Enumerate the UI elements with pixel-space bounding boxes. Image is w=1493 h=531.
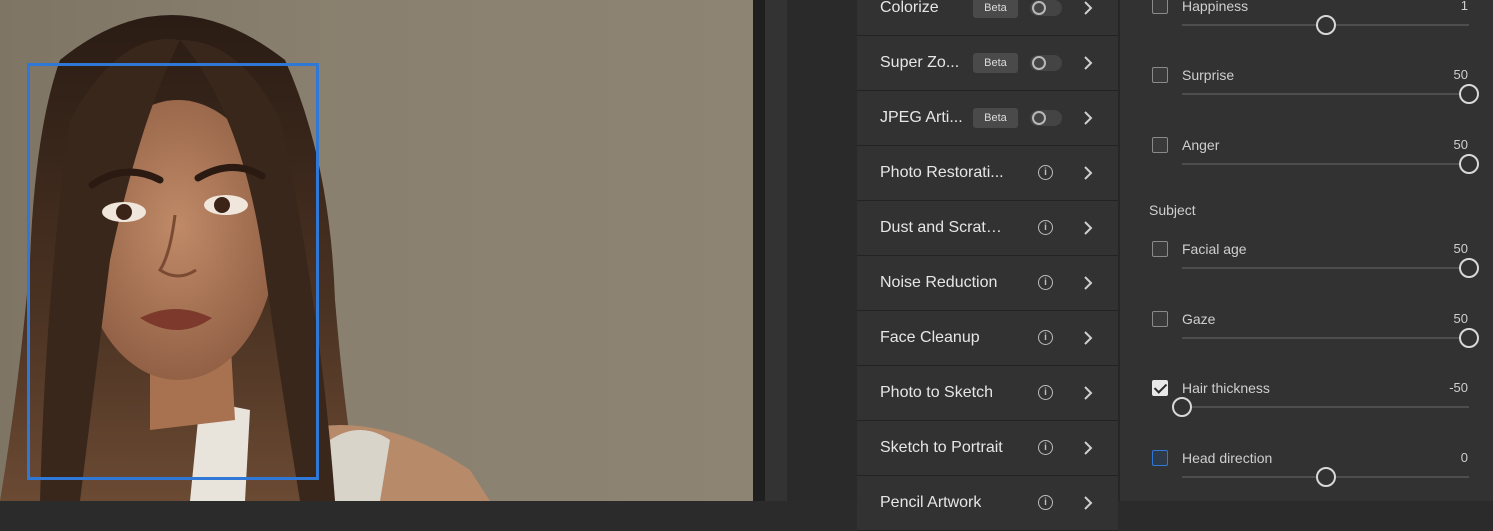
chevron-right-icon[interactable] — [1081, 1, 1095, 15]
photo-canvas[interactable] — [0, 0, 753, 501]
adjustment-slider-row: Facial age 50 — [1120, 241, 1493, 301]
chevron-right-icon[interactable] — [1081, 331, 1095, 345]
filter-label: Face Cleanup — [880, 329, 980, 346]
adjustment-label: Hair thickness — [1182, 380, 1270, 396]
neural-filter-list: Colorize Beta Super Zo... Beta JPEG Arti... B… — [857, 0, 1118, 531]
filter-toggle[interactable] — [1030, 110, 1062, 126]
info-icon[interactable]: i — [1038, 440, 1053, 455]
adjustment-checkbox[interactable] — [1152, 137, 1168, 153]
chevron-right-icon[interactable] — [1081, 111, 1095, 125]
filter-label: Sketch to Portrait — [880, 439, 1003, 456]
beta-badge: Beta — [973, 108, 1018, 128]
filter-label: Dust and Scratc... — [880, 219, 1005, 236]
slider-track[interactable] — [1182, 84, 1479, 104]
filter-item[interactable]: Colorize Beta — [857, 0, 1118, 36]
adjustment-slider-row: Hair thickness -50 — [1120, 380, 1493, 440]
filter-item[interactable]: Photo to Sketch i — [857, 366, 1118, 421]
filter-item[interactable]: Photo Restorati... i — [857, 146, 1118, 201]
adjustment-value: 1 — [1460, 0, 1468, 13]
filter-label: Photo Restorati... — [880, 164, 1004, 181]
slider-track[interactable] — [1182, 15, 1469, 35]
adjustment-value: 50 — [1453, 137, 1468, 152]
slider-thumb[interactable] — [1172, 397, 1192, 417]
filter-adjustments-panel: Happiness 1 Surprise 50 Anger 50 Subject Faci… — [1120, 0, 1493, 501]
info-icon[interactable]: i — [1038, 275, 1053, 290]
slider-thumb[interactable] — [1315, 15, 1336, 35]
panel-scroll-gutter[interactable] — [765, 0, 787, 501]
filter-label: Noise Reduction — [880, 274, 998, 291]
info-icon[interactable]: i — [1038, 220, 1053, 235]
panel-spacer — [787, 0, 857, 501]
adjustment-value: 50 — [1453, 241, 1468, 256]
filter-label: Super Zo... — [880, 54, 960, 71]
adjustment-checkbox[interactable] — [1152, 67, 1168, 83]
filter-label: Colorize — [880, 0, 939, 16]
beta-badge: Beta — [973, 0, 1018, 18]
info-icon[interactable]: i — [1038, 330, 1053, 345]
adjustment-label: Head direction — [1182, 450, 1273, 466]
filter-item[interactable]: JPEG Arti... Beta — [857, 91, 1118, 146]
slider-thumb[interactable] — [1315, 467, 1336, 487]
slider-thumb[interactable] — [1459, 328, 1479, 348]
adjustment-checkbox[interactable] — [1152, 311, 1168, 327]
filter-item[interactable]: Dust and Scratc... i — [857, 201, 1118, 256]
slider-track[interactable] — [1182, 467, 1469, 487]
adjustment-label: Surprise — [1182, 67, 1235, 83]
adjustment-value: 50 — [1453, 311, 1468, 326]
adjustment-value: 0 — [1460, 450, 1468, 465]
adjustment-label: Anger — [1182, 137, 1220, 153]
slider-track[interactable] — [1172, 397, 1469, 417]
chevron-right-icon[interactable] — [1081, 166, 1095, 180]
filter-item[interactable]: Pencil Artwork i — [857, 476, 1118, 531]
slider-thumb[interactable] — [1459, 154, 1479, 174]
adjustment-label: Happiness — [1182, 0, 1249, 14]
subject-section-heading: Subject — [1149, 202, 1196, 218]
info-icon[interactable]: i — [1038, 385, 1053, 400]
beta-badge: Beta — [973, 53, 1018, 73]
face-detection-box[interactable] — [27, 63, 319, 480]
filter-toggle[interactable] — [1030, 55, 1062, 71]
slider-track[interactable] — [1182, 258, 1479, 278]
slider-track[interactable] — [1182, 328, 1479, 348]
chevron-right-icon[interactable] — [1081, 496, 1095, 510]
filter-toggle[interactable] — [1030, 0, 1062, 16]
adjustment-checkbox[interactable] — [1152, 450, 1168, 466]
filter-label: Photo to Sketch — [880, 384, 993, 401]
chevron-right-icon[interactable] — [1081, 276, 1095, 290]
adjustment-slider-row: Surprise 50 — [1120, 67, 1493, 127]
filter-label: Pencil Artwork — [880, 494, 982, 511]
info-icon[interactable]: i — [1038, 495, 1053, 510]
canvas-divider — [753, 0, 765, 501]
info-icon[interactable]: i — [1038, 165, 1053, 180]
adjustment-value: 50 — [1453, 67, 1468, 82]
adjustment-slider-row: Happiness 1 — [1120, 0, 1493, 58]
slider-thumb[interactable] — [1459, 258, 1479, 278]
chevron-right-icon[interactable] — [1081, 386, 1095, 400]
adjustment-checkbox[interactable] — [1152, 380, 1168, 396]
slider-thumb[interactable] — [1459, 84, 1479, 104]
adjustment-slider-row: Head direction 0 — [1120, 450, 1493, 510]
adjustment-slider-row: Gaze 50 — [1120, 311, 1493, 371]
filter-item[interactable]: Sketch to Portrait i — [857, 421, 1118, 476]
chevron-right-icon[interactable] — [1081, 441, 1095, 455]
filter-item[interactable]: Face Cleanup i — [857, 311, 1118, 366]
filter-item[interactable]: Super Zo... Beta — [857, 36, 1118, 91]
adjustment-checkbox[interactable] — [1152, 0, 1168, 14]
adjustment-label: Gaze — [1182, 311, 1216, 327]
filter-label: JPEG Arti... — [880, 109, 963, 126]
adjustment-label: Facial age — [1182, 241, 1247, 257]
adjustment-slider-row: Anger 50 — [1120, 137, 1493, 197]
filter-item[interactable]: Noise Reduction i — [857, 256, 1118, 311]
chevron-right-icon[interactable] — [1081, 56, 1095, 70]
slider-track[interactable] — [1182, 154, 1479, 174]
adjustment-checkbox[interactable] — [1152, 241, 1168, 257]
adjustment-value: -50 — [1449, 380, 1468, 395]
chevron-right-icon[interactable] — [1081, 221, 1095, 235]
